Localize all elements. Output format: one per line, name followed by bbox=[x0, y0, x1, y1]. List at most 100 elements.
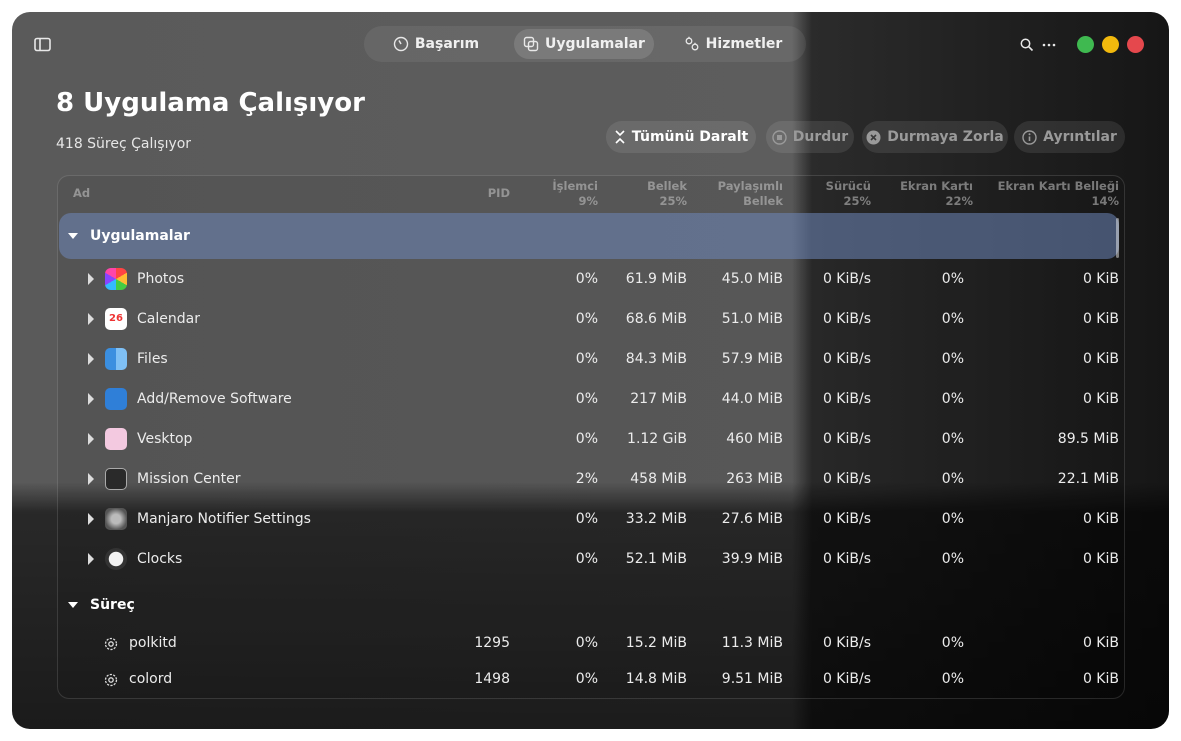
table-scrollbar[interactable] bbox=[1116, 218, 1119, 258]
cell-gpumem: 0 KiB bbox=[1082, 391, 1119, 407]
cell-cpu: 0% bbox=[575, 431, 598, 447]
force-stop-label: Durmaya Zorla bbox=[887, 129, 1004, 145]
process-table: Ad PID İşlemci 9% Bellek 25% Paylaşımlı Bel… bbox=[57, 175, 1125, 699]
cell-shared: 263 MiB bbox=[726, 471, 783, 487]
notifier-app-icon bbox=[105, 508, 127, 530]
table-row[interactable]: 26 Calendar 0% 68.6 MiB 51.0 MiB 0 KiB/s 0% 0 K… bbox=[58, 299, 1124, 339]
software-app-icon bbox=[105, 388, 127, 410]
cell-drive: 0 KiB/s bbox=[822, 671, 871, 687]
app-name: Calendar bbox=[137, 311, 200, 327]
cell-shared: 44.0 MiB bbox=[721, 391, 783, 407]
cpu-header-label: İşlemci bbox=[552, 179, 598, 193]
stop-button[interactable]: Durdur bbox=[766, 121, 854, 153]
tab-apps[interactable]: Uygulamalar bbox=[514, 29, 654, 59]
cell-drive: 0 KiB/s bbox=[822, 271, 871, 287]
photos-app-icon bbox=[105, 268, 127, 290]
process-group-label: Süreç bbox=[90, 597, 135, 613]
details-button[interactable]: Ayrıntılar bbox=[1014, 121, 1125, 153]
drive-header-label: Sürücü bbox=[825, 179, 871, 193]
tab-services[interactable]: Hizmetler bbox=[674, 29, 792, 59]
cell-gpumem: 0 KiB bbox=[1082, 511, 1119, 527]
cell-cpu: 0% bbox=[575, 511, 598, 527]
chevron-right-icon[interactable] bbox=[88, 313, 94, 325]
table-row[interactable]: Manjaro Notifier Settings 0% 33.2 MiB 27.6 … bbox=[58, 499, 1124, 539]
minimize-button[interactable] bbox=[1102, 36, 1119, 53]
column-header-drive[interactable]: Sürücü 25% bbox=[826, 179, 871, 209]
search-icon[interactable] bbox=[1018, 36, 1036, 54]
app-name: Photos bbox=[137, 271, 185, 287]
gpu-header-label: Ekran Kartı bbox=[900, 179, 973, 193]
vesktop-app-icon bbox=[105, 428, 127, 450]
table-row[interactable]: Files 0% 84.3 MiB 57.9 MiB 0 KiB/s 0% 0 KiB bbox=[58, 339, 1124, 379]
table-row[interactable]: Vesktop 0% 1.12 GiB 460 MiB 0 KiB/s 0% 89.5 Mi… bbox=[58, 419, 1124, 459]
column-header-gpu-memory[interactable]: Ekran Kartı Belleği 14% bbox=[998, 179, 1119, 209]
chevron-right-icon[interactable] bbox=[88, 273, 94, 285]
table-row[interactable]: colord 1498 0% 14.8 MiB 9.51 MiB 0 KiB/s 0% 0 K… bbox=[58, 661, 1124, 697]
column-header-pid[interactable]: PID bbox=[488, 186, 510, 201]
cell-gpumem: 0 KiB bbox=[1082, 311, 1119, 327]
cell-gpumem: 0 KiB bbox=[1082, 551, 1119, 567]
app-name: Manjaro Notifier Settings bbox=[137, 511, 311, 527]
cell-gpumem: 0 KiB bbox=[1082, 671, 1119, 687]
cell-cpu: 0% bbox=[575, 551, 598, 567]
chevron-down-icon bbox=[68, 602, 78, 608]
tab-performance[interactable]: Başarım bbox=[378, 29, 494, 59]
column-header-name[interactable]: Ad bbox=[73, 186, 90, 201]
maximize-button[interactable] bbox=[1077, 36, 1094, 53]
process-group-row[interactable]: Süreç bbox=[58, 582, 135, 628]
cell-drive: 0 KiB/s bbox=[822, 351, 871, 367]
cell-gpumem: 0 KiB bbox=[1082, 271, 1119, 287]
shared-header-label-2: Bellek bbox=[743, 194, 783, 208]
table-row[interactable]: Clocks 0% 52.1 MiB 39.9 MiB 0 KiB/s 0% 0 KiB bbox=[58, 539, 1124, 579]
cell-mem: 84.3 MiB bbox=[625, 351, 687, 367]
table-row[interactable]: Photos 0% 61.9 MiB 45.0 MiB 0 KiB/s 0% 0 KiB bbox=[58, 259, 1124, 299]
cell-cpu: 0% bbox=[575, 635, 598, 651]
process-name: colord bbox=[129, 671, 173, 687]
gpu-header-pct: 22% bbox=[945, 194, 973, 208]
cell-mem: 15.2 MiB bbox=[625, 635, 687, 651]
column-header-shared-memory[interactable]: Paylaşımlı Bellek bbox=[718, 179, 783, 209]
cell-shared: 27.6 MiB bbox=[721, 511, 783, 527]
memory-header-pct: 25% bbox=[659, 194, 687, 208]
process-gear-icon bbox=[104, 637, 118, 651]
cell-cpu: 0% bbox=[575, 271, 598, 287]
cell-mem: 1.12 GiB bbox=[627, 431, 687, 447]
chevron-right-icon[interactable] bbox=[88, 513, 94, 525]
tab-services-label: Hizmetler bbox=[705, 36, 783, 52]
column-header-cpu[interactable]: İşlemci 9% bbox=[552, 179, 598, 209]
info-icon bbox=[1022, 129, 1037, 145]
force-stop-icon bbox=[866, 130, 881, 144]
table-row[interactable]: Mission Center 2% 458 MiB 263 MiB 0 KiB/s 0% 2… bbox=[58, 459, 1124, 499]
tab-performance-label: Başarım bbox=[414, 36, 480, 52]
chevron-right-icon[interactable] bbox=[88, 433, 94, 445]
cell-pid: 1295 bbox=[474, 635, 510, 651]
cell-mem: 68.6 MiB bbox=[625, 311, 687, 327]
calendar-app-icon: 26 bbox=[105, 308, 127, 330]
cell-shared: 57.9 MiB bbox=[721, 351, 783, 367]
app-name: Mission Center bbox=[137, 471, 241, 487]
table-row[interactable]: polkitd 1295 0% 15.2 MiB 11.3 MiB 0 KiB/s 0% 0 … bbox=[58, 625, 1124, 661]
collapse-all-label: Tümünü Daralt bbox=[631, 129, 749, 145]
close-button[interactable] bbox=[1127, 36, 1144, 53]
collapse-all-button[interactable]: Tümünü Daralt bbox=[606, 121, 756, 153]
cell-shared: 9.51 MiB bbox=[721, 671, 783, 687]
cell-mem: 61.9 MiB bbox=[625, 271, 687, 287]
table-row[interactable]: Add/Remove Software 0% 217 MiB 44.0 MiB 0 Ki… bbox=[58, 379, 1124, 419]
chevron-down-icon bbox=[68, 233, 78, 239]
cell-cpu: 0% bbox=[575, 671, 598, 687]
force-stop-button[interactable]: Durmaya Zorla bbox=[862, 121, 1008, 153]
chevron-right-icon[interactable] bbox=[88, 473, 94, 485]
sidebar-toggle-icon[interactable] bbox=[34, 34, 52, 56]
cell-gpu: 0% bbox=[941, 391, 964, 407]
column-header-gpu[interactable]: Ekran Kartı 22% bbox=[900, 179, 973, 209]
more-menu-icon[interactable] bbox=[1040, 36, 1058, 54]
column-header-memory[interactable]: Bellek 25% bbox=[647, 179, 687, 209]
cell-mem: 33.2 MiB bbox=[625, 511, 687, 527]
chevron-right-icon[interactable] bbox=[88, 393, 94, 405]
chevron-right-icon[interactable] bbox=[88, 353, 94, 365]
cell-cpu: 0% bbox=[575, 351, 598, 367]
cell-gpu: 0% bbox=[941, 551, 964, 567]
apps-group-row[interactable]: Uygulamalar bbox=[59, 213, 1119, 259]
chevron-right-icon[interactable] bbox=[88, 553, 94, 565]
details-label: Ayrıntılar bbox=[1043, 129, 1117, 145]
